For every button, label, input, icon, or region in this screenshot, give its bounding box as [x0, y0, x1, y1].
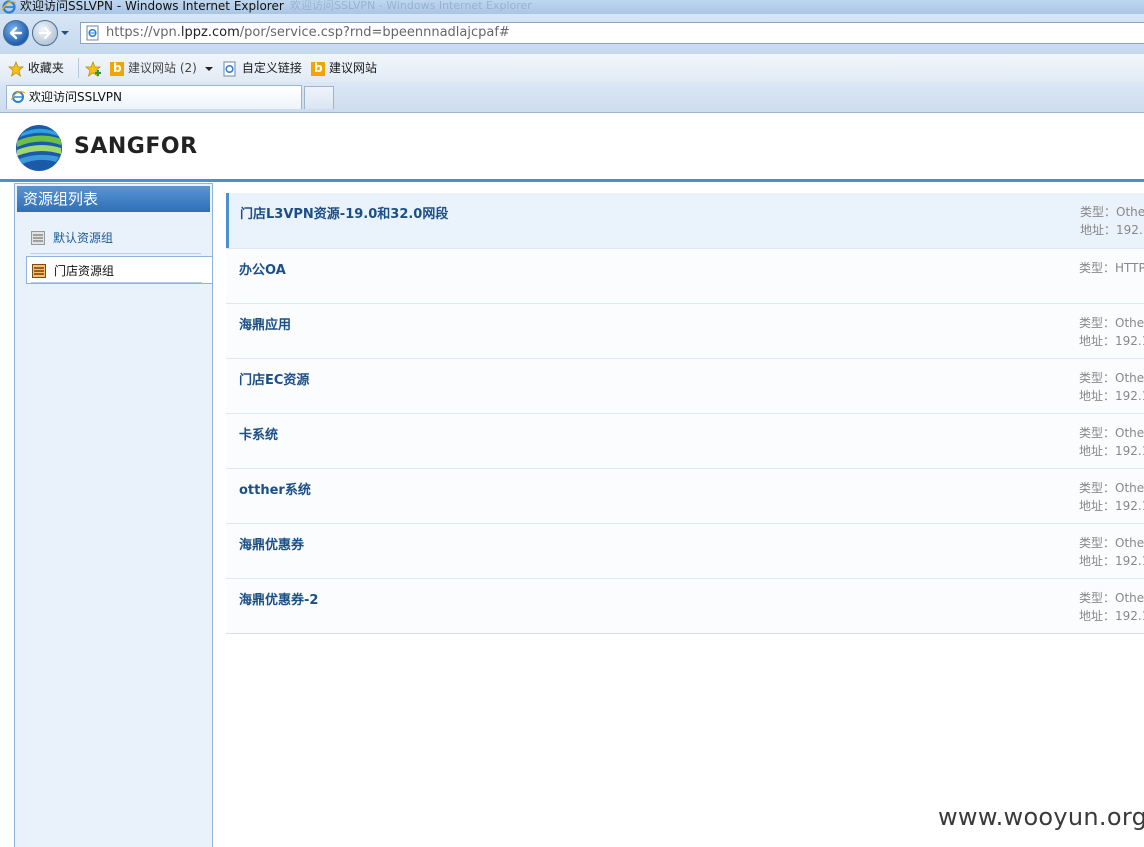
- resource-meta: 类型：Othe 地址：192.1: [1079, 424, 1144, 460]
- resource-type: 类型：Othe: [1079, 536, 1144, 550]
- tab-sslvpn[interactable]: 欢迎访问SSLVPN: [6, 85, 302, 109]
- history-dropdown-icon[interactable]: [60, 28, 70, 38]
- page-icon: [86, 25, 99, 41]
- resource-type: 类型：Othe: [1079, 371, 1144, 385]
- resource-type: 类型：Othe: [1079, 481, 1144, 495]
- resource-address: 地址：192.1: [1079, 389, 1144, 403]
- forward-arrow-icon: [38, 26, 52, 40]
- new-tab-button[interactable]: [304, 86, 334, 109]
- favorites-separator: [78, 58, 79, 78]
- resource-row[interactable]: otther系统 类型：Othe 地址：192.1: [226, 468, 1144, 523]
- page-icon: [223, 61, 236, 76]
- forward-button[interactable]: [32, 20, 58, 46]
- resource-row[interactable]: 办公OA 类型：HTTP: [226, 248, 1144, 303]
- add-favorite-button[interactable]: [85, 59, 103, 77]
- favorites-button[interactable]: 收藏夹: [8, 59, 64, 77]
- resource-name-link[interactable]: 卡系统: [239, 424, 278, 443]
- custom-links-button[interactable]: 自定义链接: [222, 59, 302, 77]
- resource-group-sidebar: 资源组列表 默认资源组 门店资源组: [14, 183, 213, 847]
- resource-row[interactable]: 门店L3VPN资源-19.0和32.0网段 类型：Othe 地址：192.1: [226, 193, 1144, 248]
- resource-name-link[interactable]: otther系统: [239, 479, 311, 498]
- address-bar[interactable]: https://vpn.lppz.com/por/service.csp?rnd…: [80, 22, 1144, 44]
- window-title-bar: 欢迎访问SSLVPN - Windows Internet Explorer 欢…: [0, 0, 1144, 14]
- resource-type: 类型：HTTP: [1079, 261, 1144, 275]
- resource-list: 门店L3VPN资源-19.0和32.0网段 类型：Othe 地址：192.1 办公OA…: [226, 193, 1144, 634]
- resource-address: 地址：192.1: [1079, 609, 1144, 623]
- resource-row[interactable]: 卡系统 类型：Othe 地址：192.1: [226, 413, 1144, 468]
- resource-address: 地址：192.1: [1079, 499, 1144, 513]
- window-title-ghost: 欢迎访问SSLVPN - Windows Internet Explorer: [290, 0, 532, 12]
- header-divider: [0, 179, 1144, 182]
- resource-type: 类型：Othe: [1079, 316, 1144, 330]
- star-icon: [8, 60, 24, 77]
- ie-logo-icon: [2, 0, 16, 14]
- main-content: 门店L3VPN资源-19.0和32.0网段 类型：Othe 地址：192.1 办公OA…: [213, 183, 1144, 847]
- resource-type: 类型：Othe: [1080, 205, 1144, 219]
- watermark: www.wooyun.org: [938, 803, 1144, 831]
- resource-meta: 类型：Othe 地址：192.1: [1079, 589, 1144, 625]
- favorites-bar: 收藏夹 建议网站 (2) 自定义链接 建议网站: [0, 54, 1144, 82]
- resource-address: 地址：192.1: [1080, 223, 1144, 237]
- window-title: 欢迎访问SSLVPN - Windows Internet Explorer: [20, 0, 284, 13]
- resource-name-link[interactable]: 办公OA: [239, 259, 286, 278]
- resource-group-icon: [31, 231, 45, 245]
- back-button[interactable]: [3, 20, 29, 46]
- logo-text: SANGFOR: [74, 134, 198, 159]
- sangfor-logo-icon: [16, 125, 62, 171]
- resource-row[interactable]: 海鼎应用 类型：Othe 地址：192.1: [226, 303, 1144, 358]
- resource-meta: 类型：Othe 地址：192.1: [1080, 203, 1144, 239]
- resource-type: 类型：Othe: [1079, 591, 1144, 605]
- resource-row[interactable]: 门店EC资源 类型：Othe 地址：192.1: [226, 358, 1144, 413]
- suggested-sites-dropdown[interactable]: 建议网站 (2): [110, 59, 214, 77]
- bing-icon: [311, 59, 325, 77]
- sidebar-item-store-group[interactable]: 门店资源组: [26, 256, 212, 284]
- sidebar-item-default-group[interactable]: 默认资源组: [25, 224, 213, 254]
- bing-icon: [110, 59, 124, 77]
- resource-group-icon: [32, 264, 46, 278]
- back-arrow-icon: [9, 26, 23, 40]
- resource-address: 地址：192.1: [1079, 334, 1144, 348]
- resource-meta: 类型：Othe 地址：192.1: [1079, 479, 1144, 515]
- resource-type: 类型：Othe: [1079, 426, 1144, 440]
- resource-meta: 类型：HTTP: [1079, 259, 1144, 277]
- add-favorite-icon: [85, 60, 101, 77]
- resource-name-link[interactable]: 门店L3VPN资源-19.0和32.0网段: [240, 203, 448, 222]
- resource-row[interactable]: 海鼎优惠券-2 类型：Othe 地址：192.1: [226, 578, 1144, 633]
- resource-meta: 类型：Othe 地址：192.1: [1079, 534, 1144, 570]
- resource-row[interactable]: 海鼎优惠券 类型：Othe 地址：192.1: [226, 523, 1144, 578]
- suggested-site-link[interactable]: 建议网站: [311, 59, 377, 77]
- navigation-bar: https://vpn.lppz.com/por/service.csp?rnd…: [0, 14, 1144, 54]
- url-text[interactable]: https://vpn.lppz.com/por/service.csp?rnd…: [106, 25, 510, 40]
- tab-bar: 欢迎访问SSLVPN: [0, 82, 1144, 113]
- resource-name-link[interactable]: 门店EC资源: [239, 369, 309, 388]
- resource-name-link[interactable]: 海鼎优惠券: [239, 534, 304, 553]
- sidebar-divider: [31, 282, 202, 283]
- page-header: SANGFOR: [0, 113, 1144, 179]
- resource-name-link[interactable]: 海鼎优惠券-2: [239, 589, 318, 608]
- resource-meta: 类型：Othe 地址：192.1: [1079, 314, 1144, 350]
- chevron-down-icon: [204, 66, 213, 71]
- resource-address: 地址：192.1: [1079, 554, 1144, 568]
- resource-address: 地址：192.1: [1079, 444, 1144, 458]
- ie-page-icon: [11, 90, 25, 103]
- resource-meta: 类型：Othe 地址：192.1: [1079, 369, 1144, 405]
- sidebar-title: 资源组列表: [17, 186, 210, 212]
- resource-name-link[interactable]: 海鼎应用: [239, 314, 291, 333]
